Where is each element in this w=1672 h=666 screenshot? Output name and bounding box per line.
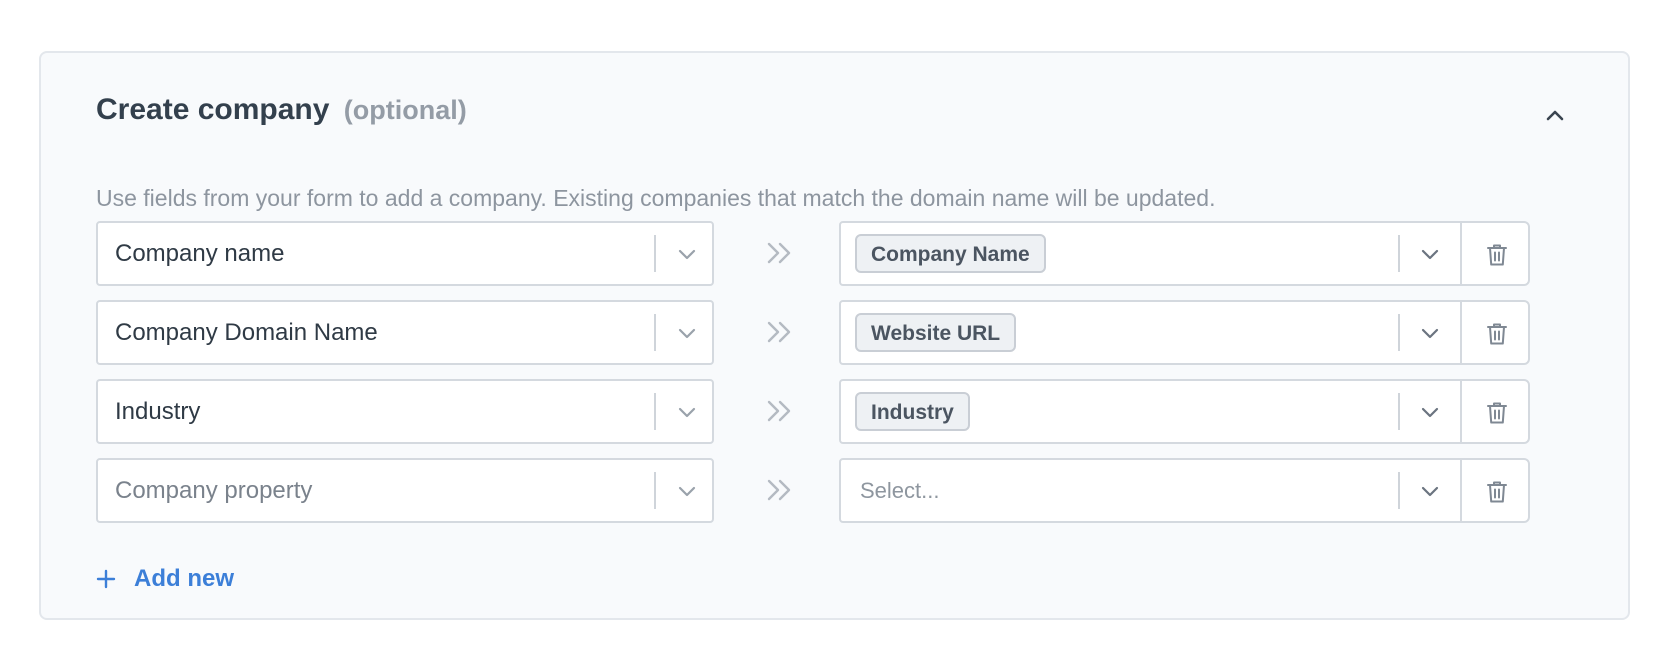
chevron-down-icon	[1421, 407, 1439, 418]
delete-row-button[interactable]	[1460, 221, 1530, 286]
double-chevron-right-icon	[767, 321, 791, 343]
chevron-down-icon	[678, 407, 696, 418]
select-divider	[1398, 393, 1400, 430]
select-divider	[1398, 472, 1400, 509]
create-company-panel: Create company (optional) Use fields fro…	[39, 51, 1630, 620]
chevron-down-icon	[678, 328, 696, 339]
mapping-row: Company Domain Name Website URL	[96, 300, 1530, 365]
trash-icon	[1487, 244, 1507, 266]
chevron-down-icon	[678, 249, 696, 260]
chevron-down-icon	[1421, 249, 1439, 260]
company-property-select[interactable]: Company name	[96, 221, 714, 286]
plus-icon	[96, 569, 116, 589]
company-property-select[interactable]: Industry	[96, 379, 714, 444]
section-title: Create company (optional)	[96, 93, 467, 127]
select-divider	[654, 314, 656, 351]
mapping-row: Industry Industry	[96, 379, 1530, 444]
chevron-up-icon	[1546, 110, 1564, 121]
section-description: Use fields from your form to add a compa…	[96, 185, 1216, 211]
optional-label: (optional)	[343, 95, 467, 125]
trash-icon	[1487, 323, 1507, 345]
form-field-tag: Industry	[855, 392, 970, 431]
select-divider	[654, 393, 656, 430]
delete-row-button[interactable]	[1460, 300, 1530, 365]
form-field-select[interactable]: Industry	[839, 379, 1462, 444]
trash-icon	[1487, 481, 1507, 503]
double-chevron-right-icon	[767, 479, 791, 501]
company-property-placeholder: Company property	[115, 477, 313, 504]
form-field-select[interactable]: Website URL	[839, 300, 1462, 365]
collapse-button[interactable]	[1542, 105, 1568, 125]
form-field-tag: Website URL	[855, 313, 1017, 352]
company-property-select[interactable]: Company property	[96, 458, 714, 523]
form-field-select[interactable]: Company Name	[839, 221, 1462, 286]
company-property-value: Industry	[115, 398, 201, 425]
trash-icon	[1487, 402, 1507, 424]
delete-row-button[interactable]	[1460, 379, 1530, 444]
form-field-tag: Company Name	[855, 234, 1046, 273]
form-field-select[interactable]: Select...	[839, 458, 1462, 523]
select-divider	[654, 235, 656, 272]
select-divider	[1398, 235, 1400, 272]
double-chevron-right-icon	[767, 242, 791, 264]
section-title-text: Create company	[96, 93, 330, 126]
select-divider	[1398, 314, 1400, 351]
mapping-row: Company name Company Name	[96, 221, 1530, 286]
select-divider	[654, 472, 656, 509]
chevron-down-icon	[678, 486, 696, 497]
chevron-down-icon	[1421, 486, 1439, 497]
add-new-label: Add new	[134, 565, 234, 592]
company-property-value: Company name	[115, 240, 285, 267]
company-property-select[interactable]: Company Domain Name	[96, 300, 714, 365]
double-chevron-right-icon	[767, 400, 791, 422]
chevron-down-icon	[1421, 328, 1439, 339]
company-property-value: Company Domain Name	[115, 319, 378, 346]
mapping-row: Company property Select...	[96, 458, 1530, 523]
form-field-placeholder: Select...	[860, 478, 940, 503]
delete-row-button[interactable]	[1460, 458, 1530, 523]
